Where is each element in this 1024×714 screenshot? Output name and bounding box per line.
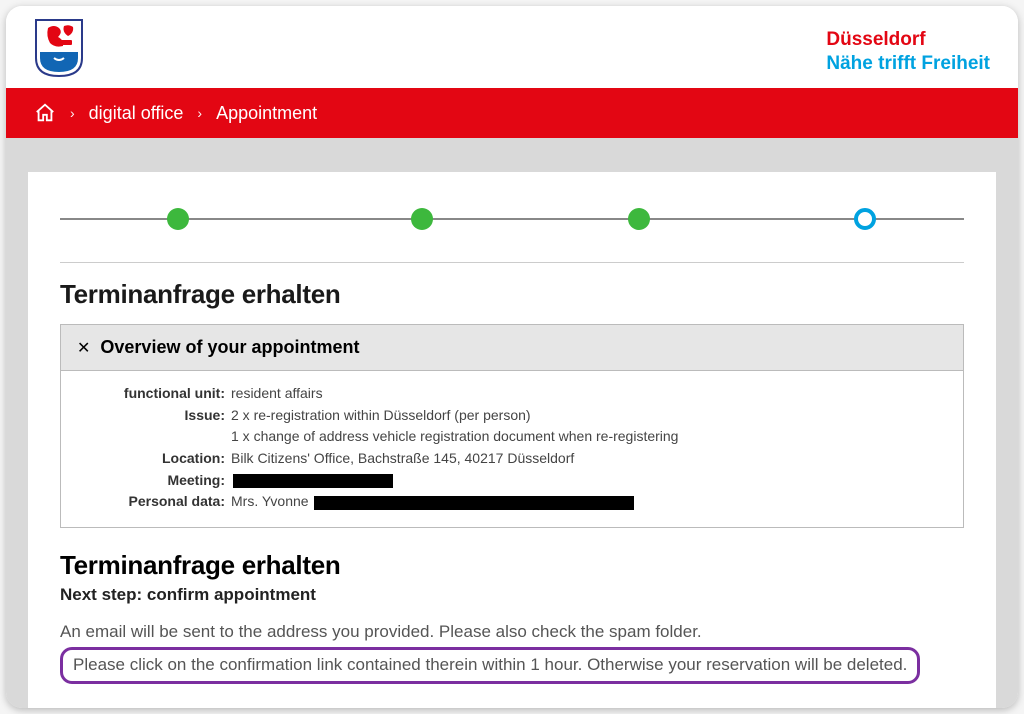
value-issue: 2 x re-registration within Düsseldorf (p… [231, 405, 945, 448]
city-crest-logo [34, 18, 84, 78]
row-personal-data: Personal data: Mrs. Yvonne [79, 491, 945, 513]
section-title: Terminanfrage erhalten [60, 279, 964, 310]
label-functional-unit: functional unit: [79, 383, 231, 405]
value-meeting-redacted [231, 470, 945, 492]
value-functional-unit: resident affairs [231, 383, 945, 405]
divider [60, 262, 964, 263]
chevron-right-icon: › [197, 105, 202, 121]
breadcrumb-appointment: Appointment [216, 103, 317, 124]
confirmation-info: An email will be sent to the address you… [60, 619, 964, 684]
value-location: Bilk Citizens' Office, Bachstraße 145, 4… [231, 448, 945, 470]
row-meeting: Meeting: [79, 470, 945, 492]
top-header: Düsseldorf Nähe trifft Freiheit [6, 6, 1018, 88]
home-icon[interactable] [34, 102, 56, 124]
overview-header-label: Overview of your appointment [100, 337, 359, 358]
info-line1: An email will be sent to the address you… [60, 619, 964, 645]
page-window: Düsseldorf Nähe trifft Freiheit › digita… [6, 6, 1018, 708]
main-card: Terminanfrage erhalten ✕ Overview of you… [28, 172, 996, 708]
personal-data-prefix: Mrs. Yvonne [231, 493, 309, 509]
row-functional-unit: functional unit: resident affairs [79, 383, 945, 405]
step-line [60, 218, 964, 220]
step-3-done [628, 208, 650, 230]
personal-data-redacted [314, 496, 634, 510]
next-step-label: Next step: confirm appointment [60, 585, 964, 605]
breadcrumb: › digital office › Appointment [6, 88, 1018, 138]
label-meeting: Meeting: [79, 470, 231, 492]
overview-body: functional unit: resident affairs Issue:… [61, 371, 963, 527]
confirmation-heading: Terminanfrage erhalten [60, 550, 964, 581]
row-location: Location: Bilk Citizens' Office, Bachstr… [79, 448, 945, 470]
progress-stepper [60, 204, 964, 234]
issue-line2: 1 x change of address vehicle registrati… [231, 426, 945, 448]
content-area: Terminanfrage erhalten ✕ Overview of you… [6, 138, 1018, 708]
breadcrumb-digital-office[interactable]: digital office [89, 103, 184, 124]
chevron-right-icon: › [70, 105, 75, 121]
label-personal-data: Personal data: [79, 491, 231, 513]
confirmation-highlight: Please click on the confirmation link co… [60, 647, 920, 683]
close-icon: ✕ [77, 338, 90, 358]
issue-line1: 2 x re-registration within Düsseldorf (p… [231, 405, 945, 427]
brand-slogan: Nähe trifft Freiheit [826, 52, 990, 76]
brand-tagline: Düsseldorf Nähe trifft Freiheit [826, 18, 990, 76]
row-issue: Issue: 2 x re-registration within Düssel… [79, 405, 945, 448]
value-personal-data: Mrs. Yvonne [231, 491, 945, 513]
step-4-current [854, 208, 876, 230]
appointment-overview-box: ✕ Overview of your appointment functiona… [60, 324, 964, 528]
label-issue: Issue: [79, 405, 231, 427]
step-1-done [167, 208, 189, 230]
step-2-done [411, 208, 433, 230]
brand-city: Düsseldorf [826, 28, 990, 52]
overview-toggle-header[interactable]: ✕ Overview of your appointment [61, 325, 963, 371]
label-location: Location: [79, 448, 231, 470]
